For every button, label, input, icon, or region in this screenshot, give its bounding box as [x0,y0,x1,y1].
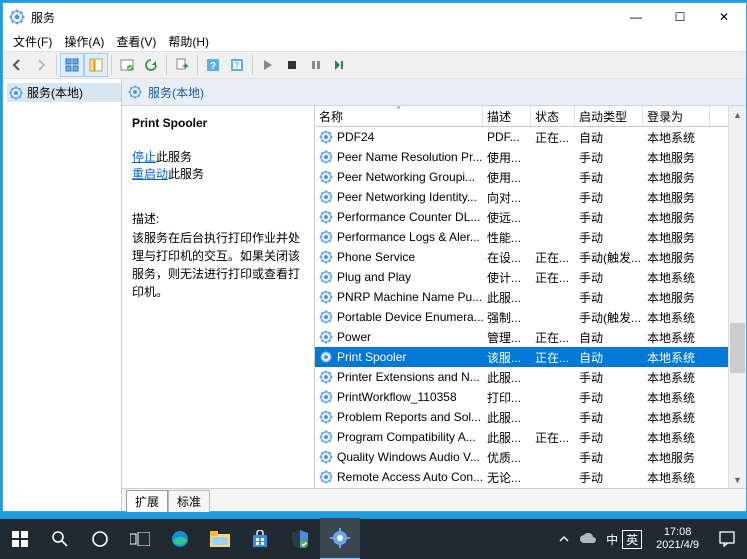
view-detail-button[interactable] [84,53,108,77]
scroll-up-button[interactable]: ▲ [729,106,746,123]
pause-service-button[interactable] [304,53,328,77]
app-icon [9,9,25,25]
tree-root-services[interactable]: 服务(本地) [7,83,121,102]
services-window: 服务 — ☐ ✕ 文件(F) 操作(A) 查看(V) 帮助(H) ? ? [2,2,747,512]
stop-service-button[interactable] [280,53,304,77]
tab-extended[interactable]: 扩展 [126,490,168,512]
nav-back-button[interactable] [5,53,29,77]
service-row[interactable]: Program Compatibility A...此服...正在...手动本地… [315,427,746,447]
col-logon[interactable]: 登录为 [643,106,710,126]
window-title: 服务 [31,9,614,26]
detail-service-name: Print Spooler [132,116,306,130]
toolbar: ? ? [3,51,746,79]
scroll-thumb[interactable] [730,323,745,373]
tree-root-label: 服务(本地) [27,84,83,101]
service-row[interactable]: PDF24PDF...正在...自动本地系统 [315,127,746,147]
desc-label: 描述: [132,210,306,227]
col-name[interactable]: ⌃名称 [315,106,483,126]
tab-standard[interactable]: 标准 [168,490,210,512]
nav-forward-button[interactable] [29,53,53,77]
desc-text: 该服务在后台执行打印作业并处理与打印机的交互。如果关闭该服务，则无法进行打印或查… [132,229,306,301]
maximize-button[interactable]: ☐ [658,3,702,31]
restart-service-button[interactable] [328,53,352,77]
service-row[interactable]: Power管理...正在...自动本地系统 [315,327,746,347]
service-row[interactable]: Performance Counter DL...使远...手动本地服务 [315,207,746,227]
notifications-button[interactable] [707,530,747,548]
properties-button[interactable] [115,53,139,77]
tree-pane: 服务(本地) [3,79,122,511]
svg-text:?: ? [235,61,240,70]
edge-icon[interactable] [160,519,200,559]
minimize-button[interactable]: — [614,3,658,31]
onedrive-tray-icon[interactable] [576,519,600,559]
col-desc[interactable]: 描述 [483,106,531,126]
refresh-button[interactable] [139,53,163,77]
service-row[interactable]: Problem Reports and Sol...此服...手动本地系统 [315,407,746,427]
view-large-button[interactable] [60,53,84,77]
taskview-button[interactable] [120,519,160,559]
clock-date: 2021/4/9 [656,539,699,552]
help-button[interactable]: ? [201,53,225,77]
export-button[interactable] [170,53,194,77]
col-status[interactable]: 状态 [531,106,575,126]
service-row[interactable]: PNRP Machine Name Pu...此服...手动本地服务 [315,287,746,307]
services-taskbar-icon[interactable] [320,518,360,559]
restart-suffix: 此服务 [168,167,204,181]
ime-region: 中 [606,531,618,548]
service-row[interactable]: Peer Name Resolution Pr...使用...手动本地服务 [315,147,746,167]
detail-pane: Print Spooler 停止此服务 重启动此服务 描述: 该服务在后台执行打… [122,106,314,488]
explorer-icon[interactable] [200,519,240,559]
right-header-label: 服务(本地) [148,84,204,101]
start-button[interactable] [0,519,40,559]
cortana-button[interactable] [80,519,120,559]
taskbar-clock[interactable]: 17:08 2021/4/9 [648,526,707,552]
service-row[interactable]: Quality Windows Audio V...优质...手动本地服务 [315,447,746,467]
service-row[interactable]: Peer Networking Groupi...使用...手动本地服务 [315,167,746,187]
service-row[interactable]: Portable Device Enumera...强制...手动(触发...本… [315,307,746,327]
stop-suffix: 此服务 [156,150,192,164]
service-list: ⌃名称 描述 状态 启动类型 登录为 PDF24PDF...正在...自动本地系… [314,106,746,488]
service-row[interactable]: Remote Access Auto Con...无论...手动本地系统 [315,467,746,487]
search-button[interactable] [40,519,80,559]
menubar: 文件(F) 操作(A) 查看(V) 帮助(H) [3,31,746,51]
svg-text:?: ? [210,61,216,72]
right-header: 服务(本地) [122,79,746,106]
menu-view[interactable]: 查看(V) [110,31,162,52]
service-row[interactable]: Print Spooler该服...正在...自动本地系统 [315,347,746,367]
service-row[interactable]: Phone Service在设...正在...手动(触发...本地服务 [315,247,746,267]
taskbar: 中 英 17:08 2021/4/9 [0,519,747,559]
menu-help[interactable]: 帮助(H) [162,31,215,52]
vertical-scrollbar[interactable]: ▲ ▼ [728,106,746,488]
ime-indicator[interactable]: 中 英 [600,530,648,549]
column-headers: ⌃名称 描述 状态 启动类型 登录为 [315,106,746,127]
service-row[interactable]: Plug and Play使计...正在...手动本地系统 [315,267,746,287]
restart-service-link[interactable]: 重启动 [132,167,168,181]
tray-chevron-icon[interactable] [552,519,576,559]
service-row[interactable]: PrintWorkflow_110358打印...手动本地系统 [315,387,746,407]
service-row[interactable]: Peer Networking Identity...向对...手动本地服务 [315,187,746,207]
titlebar[interactable]: 服务 — ☐ ✕ [3,3,746,31]
ime-lang: 英 [622,530,642,549]
clock-time: 17:08 [656,526,699,539]
security-icon[interactable] [280,519,320,559]
view-tabs: 扩展 标准 [122,488,746,511]
service-row[interactable]: Performance Logs & Aler...性能...手动本地服务 [315,227,746,247]
scroll-down-button[interactable]: ▼ [729,471,746,488]
menu-file[interactable]: 文件(F) [7,31,58,52]
menu-action[interactable]: 操作(A) [58,31,110,52]
service-row[interactable]: Printer Extensions and N...此服...手动本地系统 [315,367,746,387]
close-button[interactable]: ✕ [702,3,746,31]
store-icon[interactable] [240,519,280,559]
start-service-button[interactable] [256,53,280,77]
stop-service-link[interactable]: 停止 [132,150,156,164]
col-startup[interactable]: 启动类型 [575,106,643,126]
help2-button[interactable]: ? [225,53,249,77]
